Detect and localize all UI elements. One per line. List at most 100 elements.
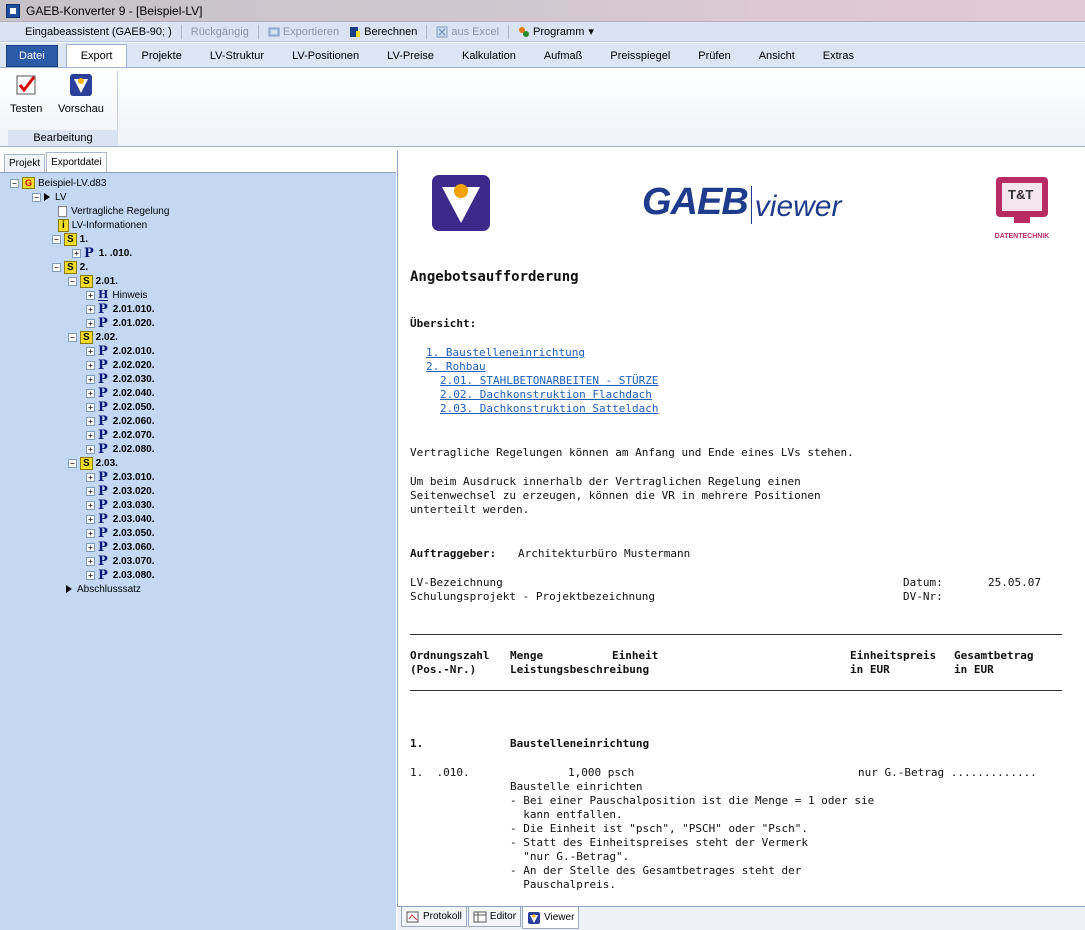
tab-lv-preise[interactable]: LV-Preise xyxy=(373,45,448,67)
tab-lv-positionen[interactable]: LV-Positionen xyxy=(278,45,373,67)
tree-position[interactable]: + P 2.02.060. xyxy=(86,414,155,429)
tree-label: 2.02. xyxy=(95,331,118,343)
collapse-toggle[interactable]: − xyxy=(68,332,77,342)
collapse-toggle[interactable]: − xyxy=(32,192,41,202)
from-excel-button[interactable]: aus Excel xyxy=(431,23,504,41)
undo-button[interactable]: Rückgängig xyxy=(186,23,254,41)
tab-projekt[interactable]: Projekt xyxy=(4,154,46,172)
expand-toggle[interactable]: + xyxy=(86,514,95,524)
tab-datei[interactable]: Datei xyxy=(6,45,58,67)
date-label: Datum: xyxy=(903,576,943,589)
tab-aufmass[interactable]: Aufmaß xyxy=(530,45,597,67)
tree-position[interactable]: + P 2.03.050. xyxy=(86,526,155,541)
collapse-toggle[interactable]: − xyxy=(52,234,61,244)
tree-position[interactable]: + P 2.01.010. xyxy=(86,302,155,317)
tab-export[interactable]: Export xyxy=(65,44,128,67)
preview-button[interactable]: Vorschau xyxy=(58,73,104,115)
tree-section-2-03[interactable]: − S 2.03. xyxy=(68,456,118,470)
collapse-toggle[interactable]: − xyxy=(10,178,19,188)
tree-vertragliche-regelung[interactable]: Vertragliche Regelung xyxy=(58,204,169,218)
tab-ansicht[interactable]: Ansicht xyxy=(745,45,809,67)
tree-position[interactable]: + P 2.02.010. xyxy=(86,344,155,359)
tab-kalkulation[interactable]: Kalkulation xyxy=(448,45,530,67)
tree-position[interactable]: + P 2.03.010. xyxy=(86,470,155,485)
tree-hinweis[interactable]: + H Hinweis xyxy=(86,288,147,302)
expand-toggle[interactable]: + xyxy=(86,542,95,552)
tree-position[interactable]: + P 2.02.030. xyxy=(86,372,155,387)
expand-toggle[interactable]: + xyxy=(86,472,95,482)
tree-position[interactable]: + P 2.03.040. xyxy=(86,512,155,527)
collapse-toggle[interactable]: − xyxy=(68,458,77,468)
calculate-label: Berechnen xyxy=(364,25,418,38)
expand-toggle[interactable]: + xyxy=(86,360,95,370)
tree-position[interactable]: + P 2.02.040. xyxy=(86,386,155,401)
tree-abschlusssatz[interactable]: Abschlusssatz xyxy=(66,582,141,596)
tree-position[interactable]: + P 2.02.020. xyxy=(86,358,155,373)
calculate-button[interactable]: Berechnen xyxy=(344,23,422,41)
tree-label: 2.02.050. xyxy=(112,401,155,413)
tab-viewer[interactable]: Viewer xyxy=(522,907,580,929)
expand-toggle[interactable]: + xyxy=(86,570,95,580)
tree-section-2[interactable]: − S 2. xyxy=(52,260,88,274)
expand-toggle[interactable]: + xyxy=(86,304,95,314)
expand-toggle[interactable]: + xyxy=(86,416,95,426)
hint-icon: H xyxy=(98,288,109,301)
expand-toggle[interactable]: + xyxy=(86,346,95,356)
collapse-toggle[interactable]: − xyxy=(68,276,77,286)
tree-root[interactable]: − G Beispiel-LV.d83 xyxy=(10,176,106,190)
tab-lv-struktur[interactable]: LV-Struktur xyxy=(196,45,278,67)
expand-toggle[interactable]: + xyxy=(86,486,95,496)
tree-position[interactable]: + P 2.03.060. xyxy=(86,540,155,555)
tab-protokoll[interactable]: Protokoll xyxy=(401,907,467,927)
tree-section-2-01[interactable]: − S 2.01. xyxy=(68,274,118,288)
tree-position[interactable]: + P 2.03.030. xyxy=(86,498,155,513)
tree-position[interactable]: + P 1. .010. xyxy=(72,246,132,261)
tab-preisspiegel[interactable]: Preisspiegel xyxy=(596,45,684,67)
position-icon: P xyxy=(98,427,108,443)
expand-toggle[interactable]: + xyxy=(86,388,95,398)
expand-toggle[interactable]: + xyxy=(86,374,95,384)
tree-position[interactable]: + P 2.01.020. xyxy=(86,316,155,331)
tree-position[interactable]: + P 2.03.070. xyxy=(86,554,155,569)
tree-lv[interactable]: − LV xyxy=(32,190,67,204)
section-icon: S xyxy=(80,274,93,288)
expand-toggle[interactable]: + xyxy=(86,444,95,454)
tab-editor[interactable]: Editor xyxy=(467,907,522,927)
tree-section-1[interactable]: − S 1. xyxy=(52,232,88,246)
tree-lv-informationen[interactable]: i LV-Informationen xyxy=(58,218,147,232)
collapse-toggle[interactable]: − xyxy=(52,262,61,272)
tab-pruefen[interactable]: Prüfen xyxy=(684,45,744,67)
assistant-button[interactable]: Eingabeassistent (GAEB-90; ) xyxy=(20,23,177,41)
section-number: 1. xyxy=(410,737,424,750)
toc-link[interactable]: 2.02. Dachkonstruktion Flachdach xyxy=(440,388,652,401)
tree-position[interactable]: + P 2.02.070. xyxy=(86,427,155,443)
expand-toggle[interactable]: + xyxy=(86,528,95,538)
tt-logo: T&T DATENTECHNIK xyxy=(986,175,1058,253)
expand-toggle[interactable]: + xyxy=(86,500,95,510)
expand-toggle[interactable]: + xyxy=(86,402,95,412)
toc-link[interactable]: 2.01. STAHLBETONARBEITEN - STÜRZE xyxy=(440,374,659,387)
expand-toggle[interactable]: + xyxy=(86,556,95,566)
tab-extras[interactable]: Extras xyxy=(809,45,868,67)
tab-projekte[interactable]: Projekte xyxy=(127,45,195,67)
expand-toggle[interactable]: + xyxy=(86,430,95,440)
toc-link[interactable]: 1. Baustelleneinrichtung xyxy=(426,346,585,359)
expand-toggle[interactable]: + xyxy=(86,318,95,328)
editor-icon xyxy=(473,911,487,922)
toc-link[interactable]: 2. Rohbau xyxy=(426,360,486,373)
export-button[interactable]: Exportieren xyxy=(263,23,344,41)
program-button[interactable]: Programm ▾ xyxy=(513,23,599,41)
toc-link[interactable]: 2.03. Dachkonstruktion Satteldach xyxy=(440,402,659,415)
tree-position[interactable]: + P 2.03.020. xyxy=(86,484,155,499)
app-icon xyxy=(6,3,20,18)
tab-exportdatei[interactable]: Exportdatei xyxy=(46,152,107,172)
expand-toggle[interactable]: + xyxy=(72,248,81,258)
tree-position[interactable]: + P 2.02.080. xyxy=(86,442,155,457)
tree-position[interactable]: + P 2.02.050. xyxy=(86,400,155,415)
tree-section-2-02[interactable]: − S 2.02. xyxy=(68,330,118,344)
tree-position[interactable]: + P 2.03.080. xyxy=(86,568,155,583)
test-button[interactable]: Testen xyxy=(10,73,42,115)
expand-toggle[interactable]: + xyxy=(86,290,95,300)
tree-label: 2.01. xyxy=(95,275,118,287)
position-text-line: - Statt des Einheitspreises steht der Ve… xyxy=(510,836,809,849)
